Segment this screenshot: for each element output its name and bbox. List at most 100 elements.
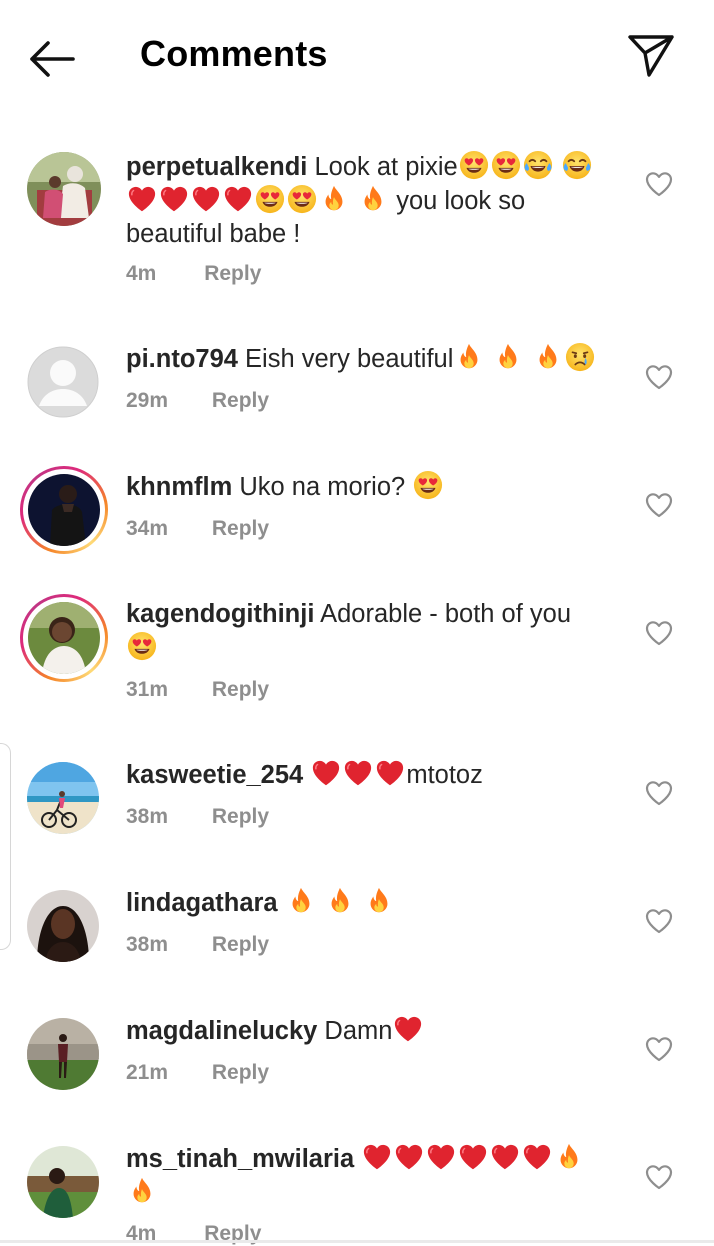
- fire-emoji: [286, 886, 316, 916]
- comment-text: kagendogithinji Adorable - both of you: [126, 598, 604, 665]
- comment-username[interactable]: perpetualkendi: [126, 153, 307, 181]
- reply-button[interactable]: Reply: [212, 517, 269, 541]
- comment-time: 38m: [126, 933, 169, 956]
- red-heart-emoji: [127, 184, 157, 214]
- fire-emoji: [454, 342, 484, 372]
- profile-photo: [27, 1146, 99, 1218]
- reply-button[interactable]: Reply: [212, 933, 269, 957]
- like-button[interactable]: [645, 364, 673, 390]
- comment-body: Damn: [324, 1017, 393, 1045]
- avatar-with-story-ring[interactable]: [20, 594, 108, 682]
- like-button[interactable]: [645, 620, 673, 646]
- comment-text: lindagathara: [126, 886, 604, 920]
- heart-outline-icon: [645, 1037, 673, 1062]
- comment-body: Adorable - both of you: [320, 600, 572, 628]
- fire-emoji: [493, 342, 523, 372]
- profile-photo: [28, 602, 100, 674]
- back-button[interactable]: [26, 38, 76, 80]
- comment-time: 38m: [126, 805, 169, 828]
- reply-button[interactable]: Reply: [212, 805, 269, 829]
- like-button[interactable]: [645, 171, 673, 197]
- heart-outline-icon: [645, 781, 673, 806]
- heart-outline-icon: [645, 493, 673, 518]
- comment-text: perpetualkendi Look at pixie you look so…: [126, 150, 604, 251]
- crying-face-emoji: [565, 342, 595, 372]
- comment-time: 4m: [126, 262, 157, 285]
- comment-username[interactable]: kasweetie_254: [126, 761, 303, 789]
- heart-eyes-emoji: [287, 184, 317, 214]
- avatar[interactable]: [20, 152, 108, 240]
- heart-outline-icon: [645, 172, 673, 197]
- side-panel-handle[interactable]: [0, 743, 11, 950]
- comment-text: kasweetie_254 mtotoz: [126, 758, 604, 792]
- comment-meta: 31m Reply: [126, 678, 269, 702]
- red-heart-emoji: [343, 758, 373, 788]
- comment-text: pi.nto794 Eish very beautiful: [126, 342, 604, 376]
- fire-emoji: [533, 342, 563, 372]
- like-button[interactable]: [645, 492, 673, 518]
- joy-emoji: [562, 150, 592, 180]
- heart-eyes-emoji: [491, 150, 521, 180]
- share-button[interactable]: [627, 31, 675, 79]
- avatar[interactable]: [20, 760, 108, 848]
- heart-eyes-emoji: [413, 470, 443, 500]
- page-title: Comments: [140, 33, 328, 74]
- red-heart-emoji: [426, 1142, 456, 1172]
- profile-photo: [27, 1018, 99, 1090]
- paper-plane-icon: [628, 35, 674, 77]
- red-heart-emoji: [393, 1014, 423, 1044]
- reply-button[interactable]: Reply: [212, 678, 269, 702]
- comment-meta: 29m Reply: [126, 389, 269, 413]
- heart-eyes-emoji: [459, 150, 489, 180]
- comment-username[interactable]: kagendogithinji: [126, 600, 314, 628]
- comment-meta: 21m Reply: [126, 1061, 269, 1085]
- comment-text: ms_tinah_mwilaria: [126, 1142, 604, 1210]
- comment-username[interactable]: magdalinelucky: [126, 1017, 317, 1045]
- profile-photo: [28, 474, 100, 546]
- avatar-with-story-ring[interactable]: [20, 466, 108, 554]
- comment-meta: 38m Reply: [126, 933, 269, 957]
- comment-time: 21m: [126, 1061, 169, 1084]
- red-heart-emoji: [362, 1142, 392, 1172]
- reply-button[interactable]: Reply: [212, 1061, 269, 1085]
- fire-emoji: [554, 1142, 584, 1172]
- like-button[interactable]: [645, 1164, 673, 1190]
- profile-photo: [27, 890, 99, 962]
- red-heart-emoji: [375, 758, 405, 788]
- avatar[interactable]: [20, 1144, 108, 1232]
- comment-text: khnmflm Uko na morio?: [126, 470, 604, 504]
- reply-button[interactable]: Reply: [204, 262, 261, 286]
- fire-emoji: [325, 886, 355, 916]
- arrow-left-icon: [30, 41, 75, 77]
- comment-time: 34m: [126, 517, 169, 540]
- top-bar: Comments: [0, 0, 714, 110]
- comment-body: Look at pixie: [314, 153, 458, 181]
- fire-emoji: [127, 1176, 157, 1206]
- like-button[interactable]: [645, 908, 673, 934]
- comment-body: mtotoz: [406, 761, 483, 789]
- like-button[interactable]: [645, 1036, 673, 1062]
- avatar[interactable]: [20, 344, 108, 432]
- fire-emoji: [319, 184, 349, 214]
- red-heart-emoji: [394, 1142, 424, 1172]
- red-heart-emoji: [159, 184, 189, 214]
- red-heart-emoji: [522, 1142, 552, 1172]
- avatar[interactable]: [20, 888, 108, 976]
- comment-username[interactable]: ms_tinah_mwilaria: [126, 1145, 354, 1173]
- heart-eyes-emoji: [127, 631, 157, 661]
- comment-username[interactable]: lindagathara: [126, 889, 278, 917]
- default-avatar-icon: [27, 346, 99, 418]
- avatar[interactable]: [20, 1016, 108, 1104]
- comment-meta: 4m Reply: [126, 262, 261, 286]
- red-heart-emoji: [223, 184, 253, 214]
- comment-meta: 38m Reply: [126, 805, 269, 829]
- reply-button[interactable]: Reply: [212, 389, 269, 413]
- like-button[interactable]: [645, 780, 673, 806]
- joy-emoji: [523, 150, 553, 180]
- fire-emoji: [364, 886, 394, 916]
- comment-meta: 34m Reply: [126, 517, 269, 541]
- comment-body: Eish very beautiful: [245, 345, 454, 373]
- comment-username[interactable]: khnmflm: [126, 473, 232, 501]
- comment-username[interactable]: pi.nto794: [126, 345, 238, 373]
- comment-time: 29m: [126, 389, 169, 412]
